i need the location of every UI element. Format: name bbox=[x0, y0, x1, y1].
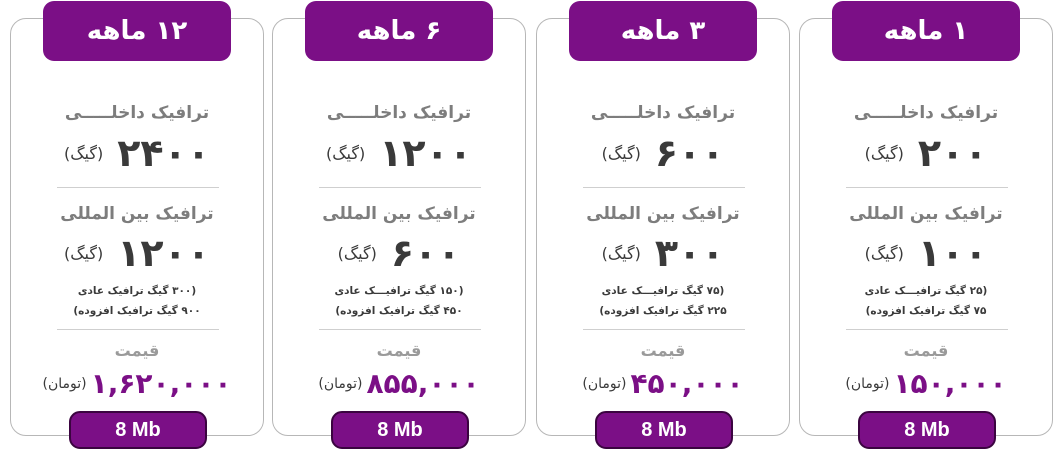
international-traffic-row: (گیگ) ۶۰۰ bbox=[273, 231, 525, 275]
price-label: قیمت bbox=[640, 341, 686, 360]
unit-label: (گیگ) bbox=[864, 243, 904, 263]
international-traffic-row: (گیگ) ۱۰۰ bbox=[800, 231, 1052, 275]
international-traffic-value: ۱۲۰۰ bbox=[117, 231, 211, 275]
traffic-note-extra: ۲۲۵ گیگ ترافیک افزوده) bbox=[599, 305, 727, 317]
plan-header: ۱۲ ماهه bbox=[43, 1, 231, 61]
divider bbox=[319, 187, 481, 188]
international-traffic-label: ترافیک بین المللی bbox=[849, 204, 1003, 224]
price-label: قیمت bbox=[114, 341, 160, 360]
plan-header: ۳ ماهه bbox=[569, 1, 757, 61]
price-value: ۱۵۰,۰۰۰ bbox=[893, 367, 1007, 400]
domestic-traffic-row: (گیگ) ۶۰۰ bbox=[537, 131, 789, 175]
currency-label: (تومان) bbox=[318, 375, 363, 392]
international-traffic-row: (گیگ) ۳۰۰ bbox=[537, 231, 789, 275]
unit-label: (گیگ) bbox=[325, 143, 366, 163]
plan-card-6-months: ۶ ماهه ترافیک داخلـــــی (گیگ) ۱۲۰۰ تراف… bbox=[272, 1, 526, 449]
domestic-traffic-label: ترافیک داخلـــــی bbox=[853, 103, 999, 123]
traffic-note-normal: (۳۰۰ گیگ ترافیک عادی bbox=[77, 285, 197, 297]
domestic-traffic-label: ترافیک داخلـــــی bbox=[590, 103, 736, 123]
traffic-note-extra: ۹۰۰ گیگ ترافیک افزوده) bbox=[73, 305, 201, 317]
domestic-traffic-label: ترافیک داخلـــــی bbox=[64, 103, 210, 123]
unit-label: (گیگ) bbox=[63, 243, 104, 263]
international-traffic-value: ۳۰۰ bbox=[654, 231, 725, 275]
speed-button[interactable]: 8 Mb bbox=[69, 411, 207, 449]
price-row: (تومان) ۱۵۰,۰۰۰ bbox=[800, 367, 1052, 400]
divider bbox=[583, 187, 745, 188]
currency-label: (تومان) bbox=[42, 375, 87, 392]
international-traffic-value: ۱۰۰ bbox=[917, 231, 988, 275]
speed-button[interactable]: 8 Mb bbox=[331, 411, 469, 449]
currency-label: (تومان) bbox=[582, 375, 627, 392]
traffic-note-normal: (۱۵۰ گیگ ترافیـــک عادی bbox=[334, 285, 464, 297]
domestic-traffic-value: ۱۲۰۰ bbox=[379, 131, 473, 175]
domestic-traffic-value: ۲۴۰۰ bbox=[117, 131, 211, 175]
plan-header: ۱ ماهه bbox=[832, 1, 1020, 61]
speed-button[interactable]: 8 Mb bbox=[858, 411, 996, 449]
domestic-traffic-row: (گیگ) ۲۴۰۰ bbox=[11, 131, 263, 175]
divider bbox=[57, 329, 219, 330]
price-value: ۸۵۵,۰۰۰ bbox=[366, 367, 480, 400]
traffic-note-normal: (۷۵ گیگ ترافیـــک عادی bbox=[601, 285, 725, 297]
traffic-note-normal: (۲۵ گیگ ترافیـــک عادی bbox=[864, 285, 988, 297]
international-traffic-value: ۶۰۰ bbox=[390, 231, 461, 275]
plan-header: ۶ ماهه bbox=[305, 1, 493, 61]
plan-card-1-month: ۱ ماهه ترافیک داخلـــــی (گیگ) ۲۰۰ ترافی… bbox=[799, 1, 1053, 449]
plan-card-12-months: ۱۲ ماهه ترافیک داخلـــــی (گیگ) ۲۴۰۰ ترا… bbox=[10, 1, 264, 449]
speed-button[interactable]: 8 Mb bbox=[595, 411, 733, 449]
price-value: ۴۵۰,۰۰۰ bbox=[630, 367, 744, 400]
domestic-traffic-row: (گیگ) ۱۲۰۰ bbox=[273, 131, 525, 175]
divider bbox=[846, 329, 1008, 330]
divider bbox=[319, 329, 481, 330]
international-traffic-label: ترافیک بین المللی bbox=[60, 204, 214, 224]
currency-label: (تومان) bbox=[845, 375, 890, 392]
unit-label: (گیگ) bbox=[601, 243, 641, 263]
plan-card-3-months: ۳ ماهه ترافیک داخلـــــی (گیگ) ۶۰۰ ترافی… bbox=[536, 1, 790, 449]
unit-label: (گیگ) bbox=[337, 243, 377, 263]
divider bbox=[583, 329, 745, 330]
divider bbox=[846, 187, 1008, 188]
domestic-traffic-value: ۶۰۰ bbox=[654, 131, 725, 175]
price-row: (تومان) ۸۵۵,۰۰۰ bbox=[273, 367, 525, 400]
domestic-traffic-label: ترافیک داخلـــــی bbox=[326, 103, 472, 123]
price-label: قیمت bbox=[903, 341, 949, 360]
traffic-note-extra: ۷۵ گیگ ترافیک افزوده) bbox=[865, 305, 987, 317]
unit-label: (گیگ) bbox=[601, 143, 641, 163]
international-traffic-label: ترافیک بین المللی bbox=[586, 204, 740, 224]
international-traffic-row: (گیگ) ۱۲۰۰ bbox=[11, 231, 263, 275]
unit-label: (گیگ) bbox=[864, 143, 904, 163]
international-traffic-label: ترافیک بین المللی bbox=[322, 204, 476, 224]
domestic-traffic-value: ۲۰۰ bbox=[917, 131, 988, 175]
price-label: قیمت bbox=[376, 341, 422, 360]
price-row: (تومان) ۴۵۰,۰۰۰ bbox=[537, 367, 789, 400]
domestic-traffic-row: (گیگ) ۲۰۰ bbox=[800, 131, 1052, 175]
traffic-note-extra: ۴۵۰ گیگ ترافیک افزوده) bbox=[335, 305, 463, 317]
unit-label: (گیگ) bbox=[63, 143, 104, 163]
divider bbox=[57, 187, 219, 188]
price-row: (تومان) ۱,۶۲۰,۰۰۰ bbox=[11, 367, 263, 400]
price-value: ۱,۶۲۰,۰۰۰ bbox=[90, 367, 232, 400]
